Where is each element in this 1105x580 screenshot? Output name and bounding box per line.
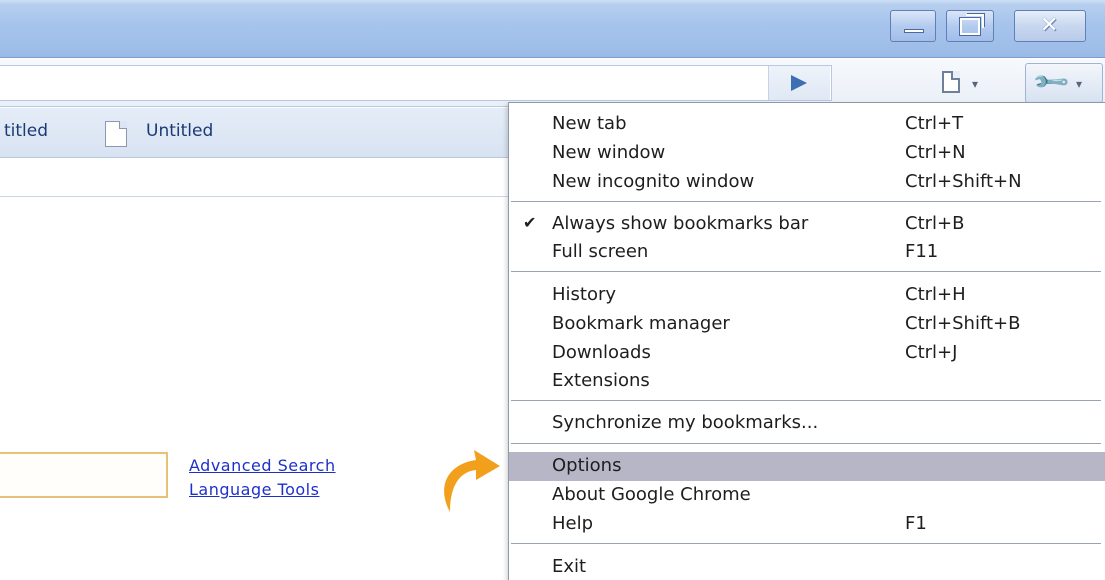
wrench-icon: 🔧 bbox=[1030, 61, 1072, 103]
menu-separator bbox=[511, 543, 1101, 545]
menu-separator bbox=[511, 271, 1101, 273]
go-button[interactable] bbox=[768, 66, 830, 100]
advanced-search-link[interactable]: Advanced Search bbox=[189, 456, 336, 475]
page-icon bbox=[942, 71, 960, 93]
menu-item-bookmark-manager[interactable]: Bookmark manager Ctrl+Shift+B bbox=[509, 310, 1105, 338]
menu-item-help[interactable]: Help F1 bbox=[509, 510, 1105, 538]
menu-item-new-window[interactable]: New window Ctrl+N bbox=[509, 139, 1105, 167]
close-button[interactable]: ✕ bbox=[1014, 10, 1086, 42]
wrench-dropdown-menu: New tab Ctrl+T New window Ctrl+N New inc… bbox=[508, 102, 1105, 580]
menu-item-downloads[interactable]: Downloads Ctrl+J bbox=[509, 339, 1105, 367]
menu-item-always-show-bookmarks-bar[interactable]: ✔ Always show bookmarks bar Ctrl+B bbox=[509, 210, 1105, 238]
minimize-button[interactable] bbox=[890, 10, 936, 42]
divider bbox=[0, 196, 510, 197]
menu-separator bbox=[511, 443, 1101, 445]
play-arrow-icon bbox=[791, 75, 807, 91]
menu-item-exit[interactable]: Exit bbox=[509, 553, 1105, 580]
close-icon: ✕ bbox=[1040, 13, 1059, 38]
bookmark-item[interactable]: titled bbox=[4, 121, 48, 141]
browser-toolbar: ▾ 🔧 ▾ bbox=[0, 59, 1105, 107]
wrench-menu-button[interactable]: 🔧 ▾ bbox=[1025, 61, 1103, 103]
menu-item-extensions[interactable]: Extensions bbox=[509, 367, 1105, 395]
page-icon bbox=[105, 121, 127, 147]
minimize-icon bbox=[904, 29, 924, 33]
chevron-down-icon: ▾ bbox=[972, 77, 979, 91]
menu-separator bbox=[511, 400, 1101, 402]
restore-icon-back bbox=[966, 14, 984, 28]
checkmark-icon: ✔ bbox=[523, 213, 537, 232]
menu-item-synchronize-bookmarks[interactable]: Synchronize my bookmarks... bbox=[509, 409, 1105, 437]
menu-separator bbox=[511, 201, 1101, 203]
chevron-down-icon: ▾ bbox=[1076, 77, 1083, 91]
menu-item-history[interactable]: History Ctrl+H bbox=[509, 281, 1105, 309]
page-menu-button[interactable]: ▾ bbox=[932, 65, 1002, 101]
menu-item-options[interactable]: Options bbox=[509, 452, 1105, 481]
orange-arrow-icon bbox=[444, 450, 500, 512]
bookmarks-bar: titled Untitled bbox=[0, 108, 520, 158]
language-tools-link[interactable]: Language Tools bbox=[189, 480, 319, 499]
menu-item-about-google-chrome[interactable]: About Google Chrome bbox=[509, 481, 1105, 509]
menu-item-new-incognito-window[interactable]: New incognito window Ctrl+Shift+N bbox=[509, 168, 1105, 196]
menu-item-full-screen[interactable]: Full screen F11 bbox=[509, 238, 1105, 266]
window-titlebar: ✕ bbox=[0, 0, 1105, 58]
bookmark-item[interactable]: Untitled bbox=[146, 121, 213, 141]
address-bar[interactable] bbox=[0, 65, 832, 101]
menu-item-new-tab[interactable]: New tab Ctrl+T bbox=[509, 110, 1105, 138]
restore-button[interactable] bbox=[946, 10, 994, 42]
search-input[interactable] bbox=[0, 452, 168, 498]
